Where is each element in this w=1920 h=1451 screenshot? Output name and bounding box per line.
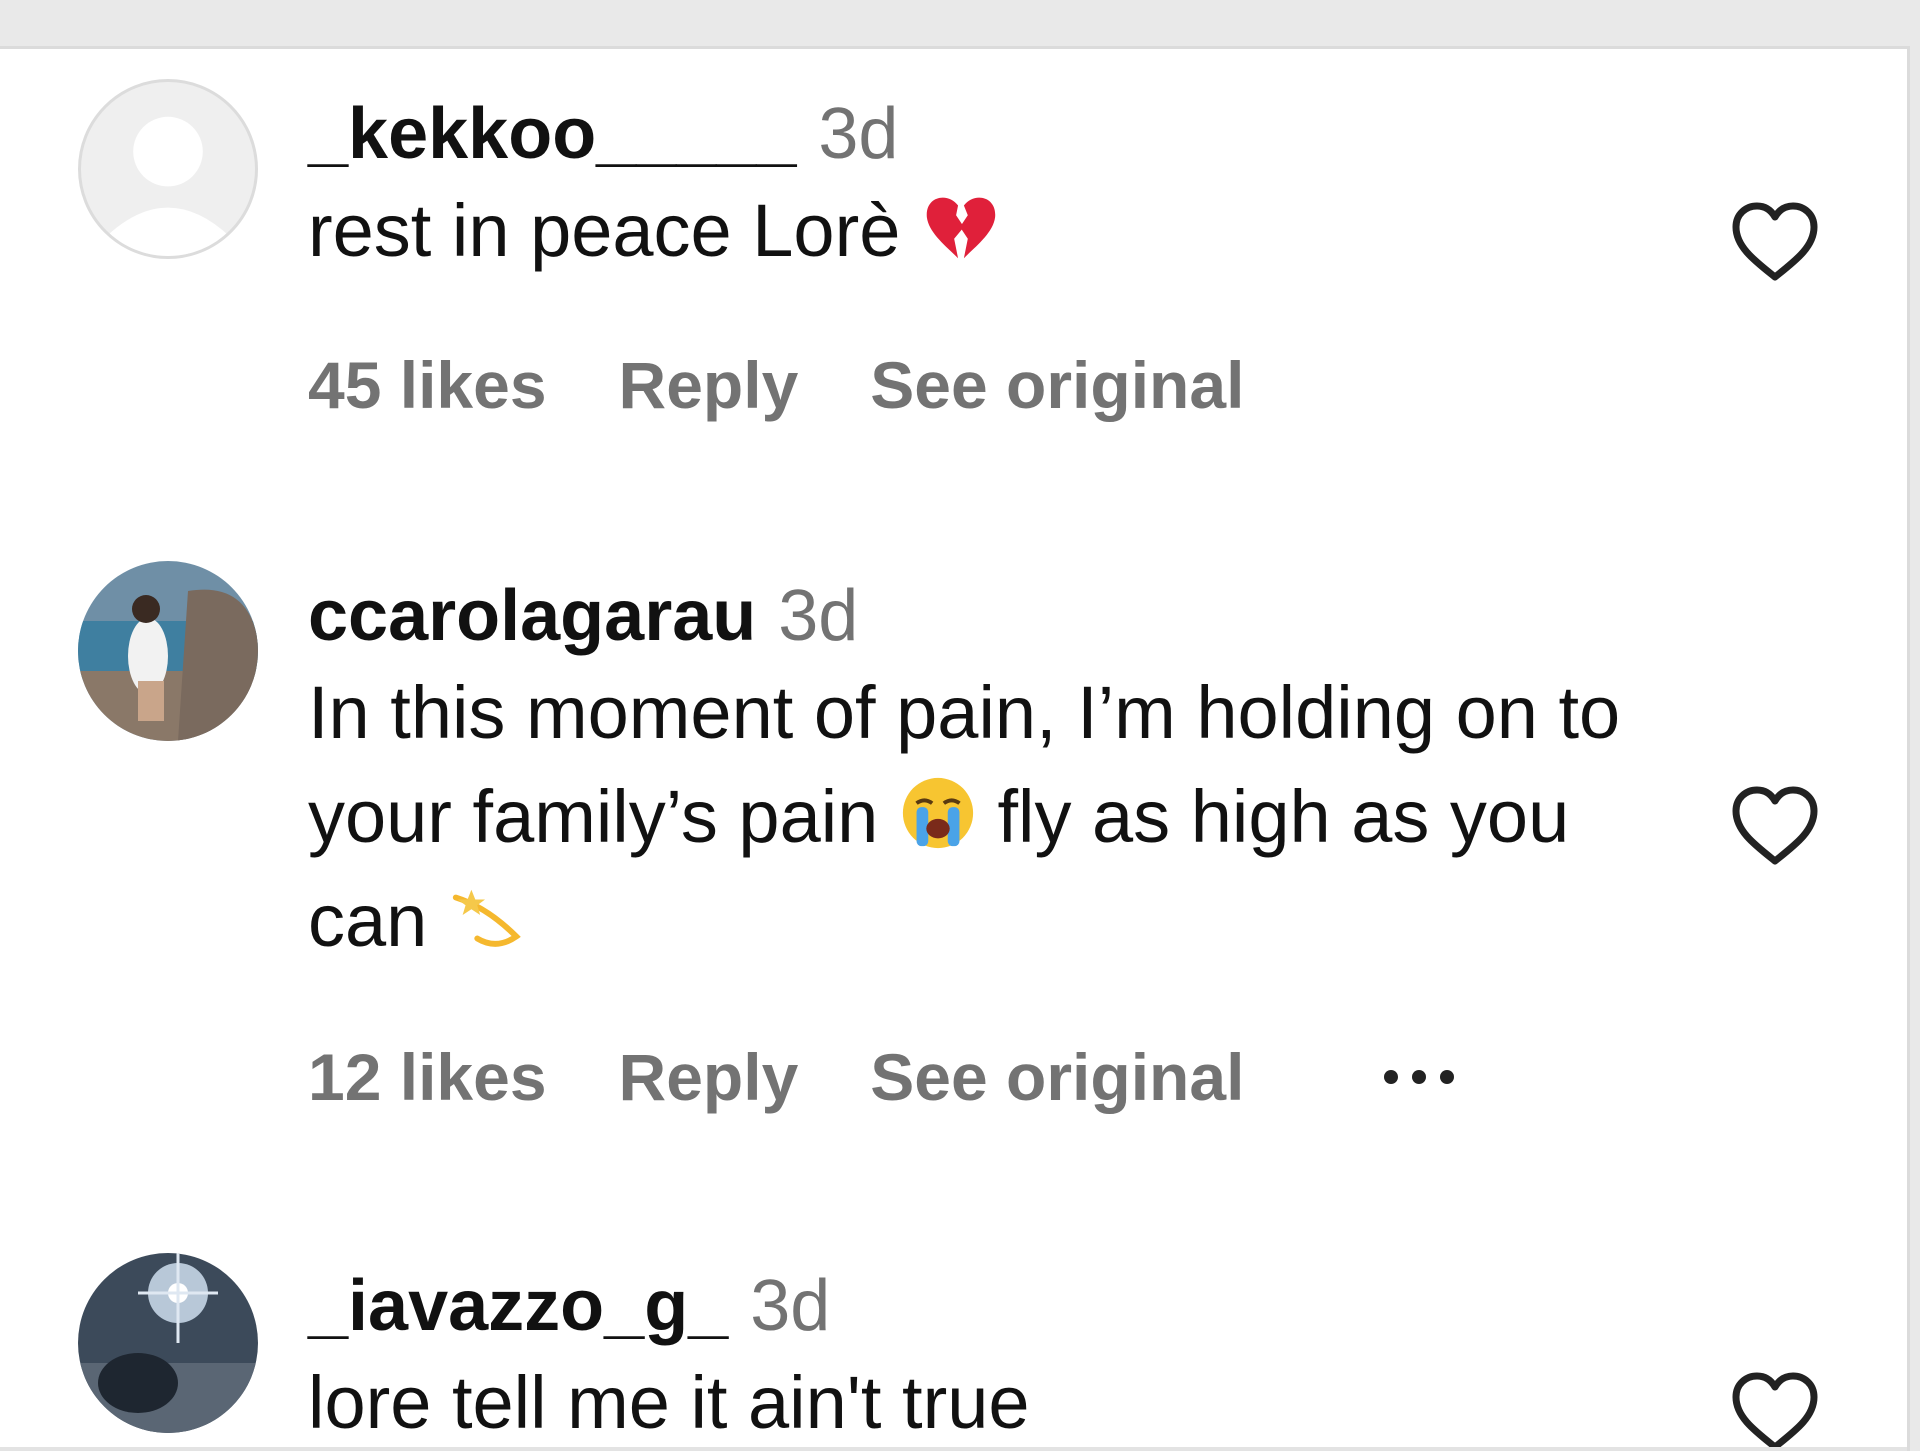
comment-text: In this moment of pain, I’m holding on t…	[308, 661, 1698, 973]
comment-text: rest in peace Lorè	[308, 179, 1698, 283]
photo-avatar[interactable]	[78, 1253, 258, 1433]
comment-actions: 45 likes Reply See original	[308, 347, 1244, 423]
like-button[interactable]	[1730, 1371, 1820, 1451]
like-button[interactable]	[1730, 201, 1820, 283]
timestamp[interactable]: 3d	[750, 1266, 830, 1346]
comment-header: _kekkoo_____ 3d	[308, 93, 1698, 175]
comment-header: ccarolagarau 3d	[308, 575, 1698, 657]
comment-body: _kekkoo_____ 3d rest in peace Lorè	[308, 93, 1698, 283]
default-avatar[interactable]	[78, 79, 258, 259]
likes-count[interactable]: 45 likes	[308, 347, 547, 423]
username-link[interactable]: _kekkoo_____	[308, 94, 796, 174]
reply-button[interactable]: Reply	[619, 347, 799, 423]
comment-body: _iavazzo_g_ 3d lore tell me it ain't true	[308, 1265, 1698, 1451]
heart-outline-icon	[1732, 786, 1818, 865]
more-options-icon[interactable]	[1384, 1044, 1455, 1110]
heart-outline-icon	[1732, 202, 1818, 281]
comment-header: _iavazzo_g_ 3d	[308, 1265, 1698, 1347]
comment-actions: 12 likes Reply See original	[308, 1039, 1455, 1115]
divider	[0, 1447, 1907, 1451]
person-silhouette-icon	[106, 116, 230, 256]
see-original-button[interactable]: See original	[870, 1039, 1244, 1115]
loudly-crying-face-icon	[899, 774, 977, 852]
comment-body: ccarolagarau 3d In this moment of pain, I…	[308, 575, 1698, 973]
likes-count[interactable]: 12 likes	[308, 1039, 547, 1115]
broken-heart-icon	[921, 188, 999, 266]
username-link[interactable]: _iavazzo_g_	[308, 1266, 728, 1346]
reply-button[interactable]: Reply	[619, 1039, 799, 1115]
heart-outline-icon	[1732, 1372, 1818, 1451]
comments-panel: _kekkoo_____ 3d rest in peace Lorè 45 lik…	[0, 46, 1910, 1451]
user-photo-icon	[78, 1253, 258, 1433]
photo-avatar[interactable]	[78, 561, 258, 741]
username-link[interactable]: ccarolagarau	[308, 576, 756, 656]
user-photo-icon	[78, 561, 258, 741]
comment-text: lore tell me it ain't true	[308, 1351, 1698, 1451]
comment-text-part: rest in peace Lorè	[308, 189, 901, 272]
dizzy-star-icon	[448, 878, 526, 956]
see-original-button[interactable]: See original	[870, 347, 1244, 423]
like-button[interactable]	[1730, 785, 1820, 867]
timestamp[interactable]: 3d	[778, 576, 858, 656]
comment-text-part: lore tell me it ain't true	[308, 1361, 1030, 1444]
timestamp[interactable]: 3d	[818, 94, 898, 174]
